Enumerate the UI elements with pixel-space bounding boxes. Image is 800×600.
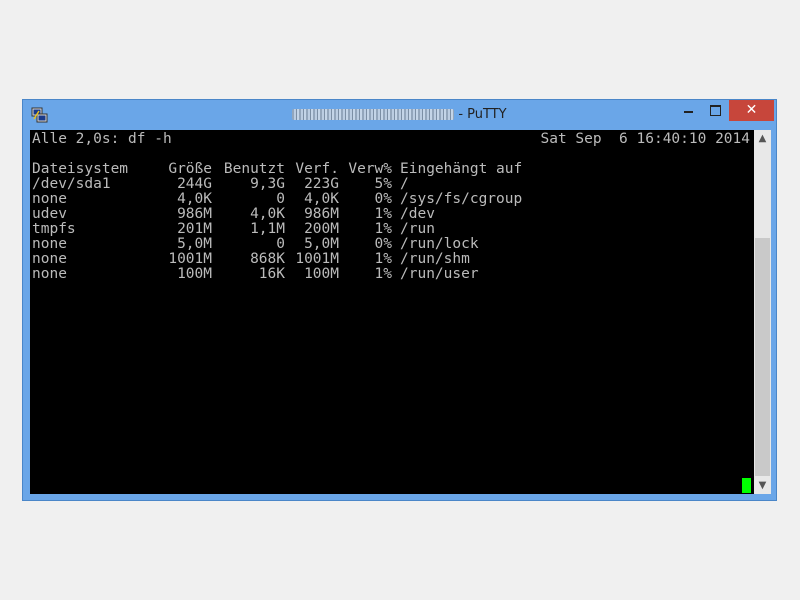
terminal-scrollbar[interactable]: ▲ ▼	[754, 130, 771, 494]
chevron-up-icon[interactable]: ▲	[754, 130, 771, 147]
col-use-pct: 1%	[374, 221, 392, 237]
watch-command-line: Alle 2,0s: df -h	[32, 131, 172, 147]
scrollbar-thumb[interactable]	[755, 238, 770, 476]
col-filesystem: none	[32, 251, 67, 267]
col-size: 244G	[177, 176, 212, 192]
col-filesystem: Dateisystem	[32, 161, 129, 177]
col-use-pct: 1%	[374, 251, 392, 267]
col-use-pct: 1%	[374, 266, 392, 282]
col-filesystem: /dev/sda1	[32, 176, 111, 192]
col-mounted-on: Eingehängt auf	[400, 161, 523, 177]
col-used: 4,0K	[250, 206, 285, 222]
col-use-pct: 1%	[374, 206, 392, 222]
redacted-hostname	[292, 109, 455, 120]
col-mounted-on: /run/shm	[400, 251, 470, 267]
window-title-text: - PuTTY	[458, 107, 507, 122]
col-size: 5,0M	[177, 236, 212, 252]
col-avail: 5,0M	[304, 236, 339, 252]
col-avail: 200M	[304, 221, 339, 237]
col-use-pct: Verw%	[348, 161, 392, 177]
col-size: 1001M	[168, 251, 212, 267]
maximize-button[interactable]	[702, 100, 729, 121]
close-icon: ✕	[745, 102, 758, 118]
terminal-cursor	[742, 478, 751, 493]
col-mounted-on: /run	[400, 221, 435, 237]
close-button[interactable]: ✕	[729, 100, 774, 121]
col-size: 4,0K	[177, 191, 212, 207]
col-used: 1,1M	[250, 221, 285, 237]
col-used: 9,3G	[250, 176, 285, 192]
watch-clock: Sat Sep 6 16:40:10 2014	[540, 131, 750, 147]
window-title: - PuTTY	[23, 100, 776, 130]
col-use-pct: 0%	[374, 236, 392, 252]
col-filesystem: none	[32, 191, 67, 207]
col-used: 0	[276, 236, 285, 252]
col-filesystem: tmpfs	[32, 221, 76, 237]
col-mounted-on: /	[400, 176, 409, 192]
col-avail: 223G	[304, 176, 339, 192]
col-mounted-on: /dev	[400, 206, 435, 222]
col-filesystem: none	[32, 266, 67, 282]
putty-window: - PuTTY ✕ Alle 2,0s: df -h Sat Sep 6 16:…	[22, 99, 777, 501]
col-used: 16K	[258, 266, 285, 282]
col-avail: 100M	[304, 266, 339, 282]
col-avail: 4,0K	[304, 191, 339, 207]
title-bar[interactable]: - PuTTY ✕	[23, 100, 776, 130]
col-avail: 1001M	[295, 251, 339, 267]
col-use-pct: 0%	[374, 191, 392, 207]
col-filesystem: none	[32, 236, 67, 252]
terminal-screen[interactable]: Alle 2,0s: df -h Sat Sep 6 16:40:10 2014…	[30, 130, 754, 494]
chevron-down-icon[interactable]: ▼	[754, 477, 771, 494]
col-mounted-on: /sys/fs/cgroup	[400, 191, 523, 207]
minimize-button[interactable]	[675, 100, 702, 121]
col-size: 100M	[177, 266, 212, 282]
col-size: 201M	[177, 221, 212, 237]
col-mounted-on: /run/user	[400, 266, 479, 282]
col-used: Benutzt	[223, 161, 285, 177]
col-size: 986M	[177, 206, 212, 222]
col-mounted-on: /run/lock	[400, 236, 479, 252]
col-avail: 986M	[304, 206, 339, 222]
col-filesystem: udev	[32, 206, 67, 222]
col-avail: Verf.	[295, 161, 339, 177]
col-used: 868K	[250, 251, 285, 267]
col-used: 0	[276, 191, 285, 207]
col-size: Größe	[168, 161, 212, 177]
col-use-pct: 5%	[374, 176, 392, 192]
